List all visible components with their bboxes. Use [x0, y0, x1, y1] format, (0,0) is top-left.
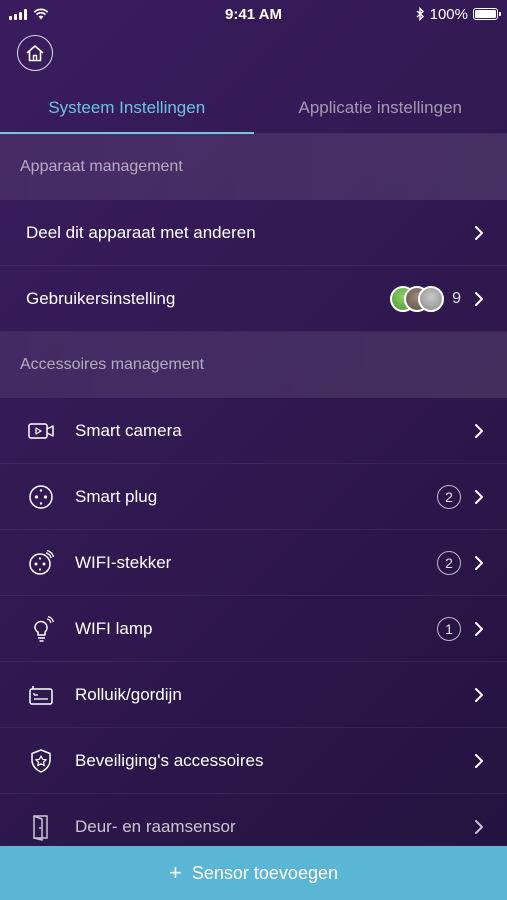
share-device-label: Deel dit apparaat met anderen: [26, 222, 256, 242]
status-left: [9, 8, 129, 20]
chevron-right-icon: [473, 422, 485, 440]
user-avatars: [390, 285, 445, 312]
chevron-right-icon: [473, 818, 485, 836]
add-sensor-button[interactable]: + Sensor toevoegen: [0, 846, 507, 900]
tab-app-settings[interactable]: Applicatie instellingen: [254, 82, 507, 134]
chevron-right-icon: [473, 686, 485, 704]
section-header-accessories: Accessoires management: [0, 332, 507, 398]
chevron-right-icon: [473, 554, 485, 572]
bluetooth-icon: [416, 7, 424, 21]
status-bar: 9:41 AM 100%: [0, 0, 507, 28]
door-sensor-icon: [26, 812, 56, 842]
shield-icon: [26, 746, 56, 776]
status-right: 100%: [378, 5, 501, 23]
user-count: 9: [452, 289, 461, 307]
door-sensor-label: Deur- en raamsensor: [75, 816, 236, 836]
smart-camera-label: Smart camera: [75, 420, 182, 440]
chevron-right-icon: [473, 620, 485, 638]
chevron-right-icon: [473, 224, 485, 242]
blind-icon: [26, 680, 56, 710]
blind-label: Rolluik/gordijn: [75, 684, 182, 704]
wifi-icon: [33, 8, 49, 20]
wifi-plug-row[interactable]: WIFI-stekker 2: [0, 530, 507, 596]
section-header-device: Apparaat management: [0, 134, 507, 200]
chevron-right-icon: [473, 488, 485, 506]
avatar: [418, 285, 445, 312]
chevron-right-icon: [473, 752, 485, 770]
camera-icon: [26, 416, 56, 446]
user-settings-row[interactable]: Gebruikersinstelling 9: [0, 266, 507, 332]
add-sensor-label: Sensor toevoegen: [191, 862, 338, 883]
battery-percent: 100%: [429, 5, 468, 23]
share-device-row[interactable]: Deel dit apparaat met anderen: [0, 200, 507, 266]
user-settings-label: Gebruikersinstelling: [26, 288, 176, 308]
home-icon: [26, 45, 44, 62]
count-badge: 1: [437, 616, 461, 641]
smart-plug-row[interactable]: Smart plug 2: [0, 464, 507, 530]
tab-bar: Systeem Instellingen Applicatie instelli…: [0, 82, 507, 134]
plus-icon: +: [169, 860, 182, 885]
count-badge: 2: [437, 484, 461, 509]
smart-camera-row[interactable]: Smart camera: [0, 398, 507, 464]
wifi-plug-label: WIFI-stekker: [75, 552, 172, 572]
wifi-lamp-label: WIFI lamp: [75, 618, 153, 638]
plug-icon: [26, 482, 56, 512]
wifi-lamp-row[interactable]: WIFI lamp 1: [0, 596, 507, 662]
blind-row[interactable]: Rolluik/gordijn: [0, 662, 507, 728]
tab-system-settings[interactable]: Systeem Instellingen: [0, 82, 254, 134]
security-row[interactable]: Beveiliging's accessoires: [0, 728, 507, 794]
lamp-icon: [26, 614, 56, 644]
status-time: 9:41 AM: [225, 5, 282, 23]
signal-icon: [9, 8, 27, 20]
chevron-right-icon: [473, 290, 485, 308]
wifi-plug-icon: [26, 548, 56, 578]
smart-plug-label: Smart plug: [75, 486, 158, 506]
home-button[interactable]: [17, 35, 53, 71]
count-badge: 2: [437, 550, 461, 575]
security-label: Beveiliging's accessoires: [75, 750, 264, 770]
battery-icon: [473, 8, 501, 20]
